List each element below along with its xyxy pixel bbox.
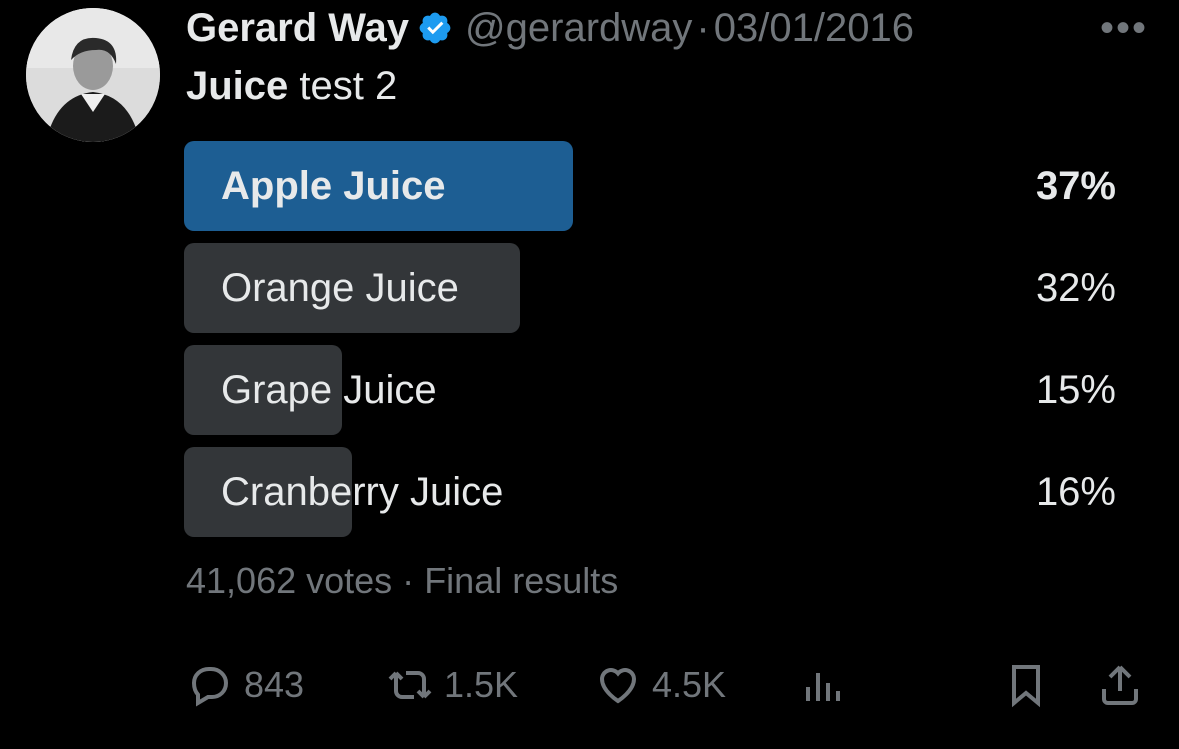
like-count: 4.5K bbox=[652, 664, 727, 705]
poll-option: Orange Juice 32% bbox=[184, 243, 1116, 333]
reply-icon bbox=[186, 661, 234, 709]
poll-option: Cranberry Juice 16% bbox=[184, 447, 1116, 537]
bookmark-button[interactable] bbox=[1002, 655, 1050, 715]
repost-icon bbox=[386, 661, 434, 709]
bookmark-icon bbox=[1002, 661, 1050, 709]
repost-count: 1.5K bbox=[444, 664, 519, 705]
poll-meta: 41,062 votes · Final results bbox=[186, 560, 618, 602]
poll-option-label: Grape Juice bbox=[221, 368, 437, 412]
like-icon bbox=[594, 661, 642, 709]
tweet-text-bold: Juice bbox=[186, 64, 289, 108]
author-handle[interactable]: @gerardway bbox=[465, 6, 692, 51]
views-icon bbox=[798, 661, 846, 709]
poll-option-label: Cranberry Juice bbox=[221, 470, 504, 514]
poll-option-label: Orange Juice bbox=[221, 266, 459, 310]
tweet-text-rest: test 2 bbox=[288, 64, 398, 108]
poll-meta-separator: · bbox=[402, 560, 415, 601]
verified-badge-icon bbox=[417, 10, 453, 46]
poll-option-percent: 16% bbox=[1035, 470, 1116, 514]
action-bar: 843 1.5K 4.5K bbox=[186, 655, 1146, 715]
poll-option: Grape Juice 15% bbox=[184, 345, 1116, 435]
more-icon[interactable]: ••• bbox=[1100, 8, 1148, 48]
author-name[interactable]: Gerard Way bbox=[186, 6, 409, 51]
share-button[interactable] bbox=[1096, 655, 1144, 715]
reply-button[interactable]: 843 bbox=[186, 655, 304, 715]
poll-option: Apple Juice 37% bbox=[184, 141, 1116, 231]
share-icon bbox=[1096, 661, 1144, 709]
poll-status: Final results bbox=[424, 560, 619, 601]
views-button[interactable] bbox=[798, 655, 846, 715]
like-button[interactable]: 4.5K bbox=[594, 655, 726, 715]
poll-option-percent: 32% bbox=[1035, 266, 1116, 310]
avatar[interactable] bbox=[26, 8, 160, 142]
reply-count: 843 bbox=[244, 664, 305, 705]
poll-option-label: Apple Juice bbox=[221, 164, 446, 208]
repost-button[interactable]: 1.5K bbox=[386, 655, 518, 715]
poll-option-percent: 37% bbox=[1035, 164, 1116, 208]
header-separator: · bbox=[696, 5, 710, 50]
tweet-date[interactable]: 03/01/2016 bbox=[714, 6, 914, 51]
tweet-text: Juice test 2 bbox=[186, 64, 397, 109]
poll: Apple Juice 37% Orange Juice 32% Grape J… bbox=[184, 141, 1116, 549]
poll-votes: 41,062 votes bbox=[186, 560, 393, 601]
poll-option-percent: 15% bbox=[1035, 368, 1116, 412]
tweet-header: Gerard Way @gerardway · 03/01/2016 bbox=[186, 2, 914, 54]
